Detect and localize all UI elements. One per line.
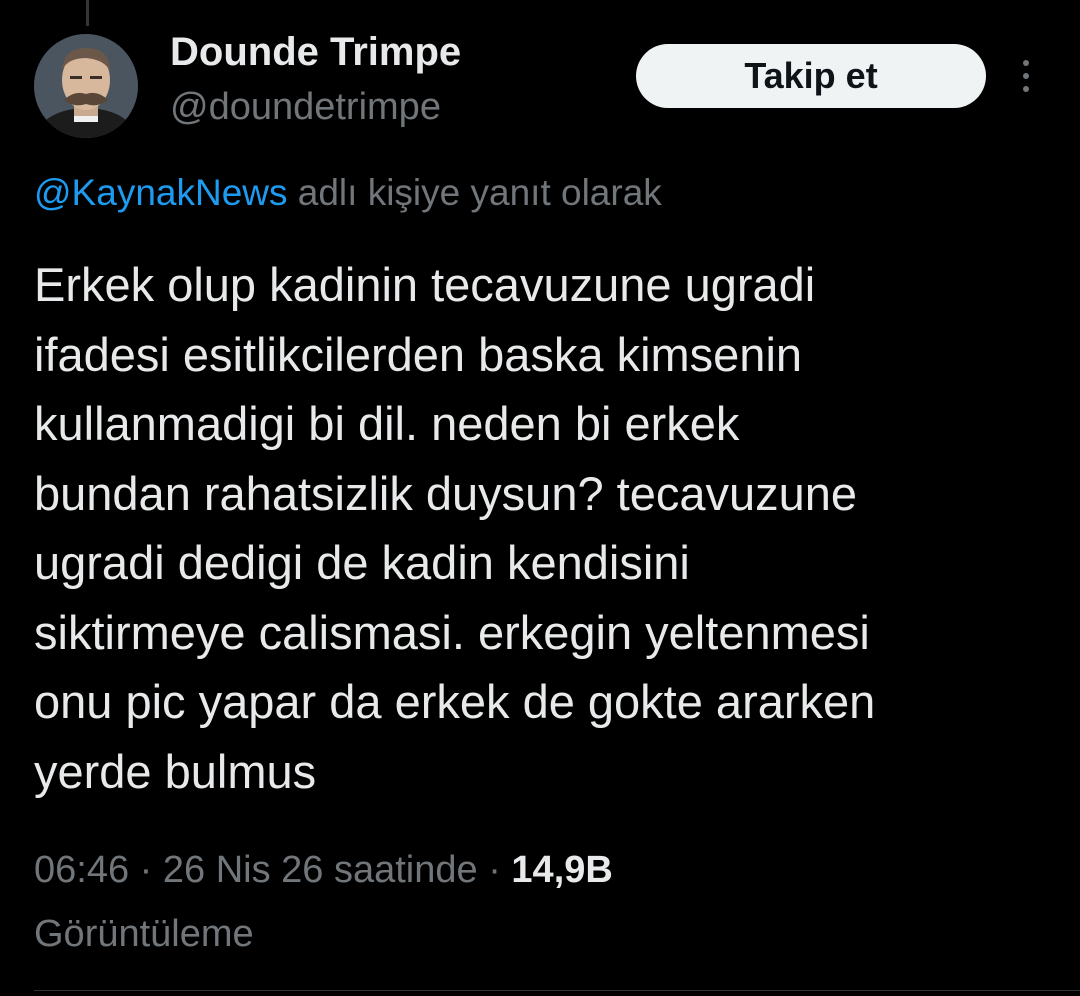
tweet-text-line: ugradi dedigi de kadin kendisini [34, 536, 690, 589]
more-vertical-icon[interactable] [1006, 54, 1046, 98]
author-handle[interactable]: @doundetrimpe [170, 86, 441, 129]
views-count[interactable]: 14,9B [511, 849, 612, 891]
tweet-metadata: 06:46 · 26 Nis 26 saatinde · 14,9B Görün… [34, 838, 1054, 966]
meta-separator: · [139, 849, 153, 891]
more-dot [1023, 86, 1029, 92]
follow-button[interactable]: Takip et [636, 44, 986, 108]
reply-mention-link[interactable]: @KaynakNews [34, 172, 288, 213]
reply-context-suffix: adlı kişiye yanıt olarak [297, 172, 662, 213]
thread-connector-line [86, 0, 89, 26]
more-dot [1023, 60, 1029, 66]
tweet-text-line: onu pic yapar da erkek de gokte ararken [34, 675, 876, 728]
meta-separator: · [488, 849, 501, 891]
tweet-text-line: kullanmadigi bi dil. neden bi erkek [34, 397, 740, 450]
avatar-portrait-image [34, 34, 138, 138]
tweet-date[interactable]: 26 Nis 26 saatinde [163, 849, 478, 891]
tweet-time[interactable]: 06:46 [34, 849, 129, 891]
divider [34, 990, 1080, 991]
more-dot [1023, 73, 1029, 79]
tweet-text-line: ifadesi esitlikcilerden baska kimsenin [34, 327, 803, 381]
avatar[interactable] [34, 34, 138, 138]
tweet-text-line: Erkek olup kadinin tecavuzune ugradi [34, 258, 816, 311]
tweet-text-line: siktirmeye calismasi. erkegin yeltenmesi [34, 605, 870, 659]
tweet-text-line: bundan rahatsizlik duysun? tecavuzune [34, 466, 858, 520]
tweet-text-line: yerde bulmus [34, 744, 317, 798]
views-label: Görüntüleme [34, 913, 254, 955]
reply-context: @KaynakNews adlı kişiye yanıt olarak [34, 172, 662, 214]
tweet-text: Erkek olup kadinin tecavuzune ugradi ifa… [34, 250, 1054, 806]
author-display-name[interactable]: Dounde Trimpe [170, 30, 461, 75]
